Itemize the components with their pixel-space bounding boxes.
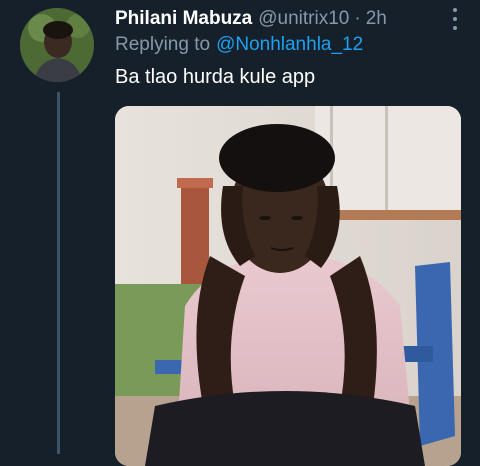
- more-options-icon[interactable]: [448, 8, 462, 30]
- replying-to-line: Replying to @Nonhlanhla_12: [115, 34, 363, 56]
- author-display-name[interactable]: Philani Mabuza: [115, 8, 252, 30]
- author-handle[interactable]: @unitrix10: [258, 8, 349, 30]
- replying-to-label: Replying to: [115, 34, 211, 55]
- author-avatar[interactable]: [20, 8, 94, 82]
- tweet-body-text: Ba tlao hurda kule app: [115, 66, 316, 88]
- tweet-media-image[interactable]: [115, 106, 461, 466]
- tweet-header: Philani Mabuza @unitrix10 · 2h: [115, 6, 460, 32]
- avatar-photo-icon: [20, 8, 94, 82]
- thread-connector-line: [57, 92, 60, 454]
- photo-image-icon: [115, 106, 461, 466]
- tweet-timestamp[interactable]: 2h: [366, 8, 387, 30]
- meta-separator: ·: [354, 8, 361, 29]
- reply-to-handle-link[interactable]: @Nonhlanhla_12: [216, 34, 363, 55]
